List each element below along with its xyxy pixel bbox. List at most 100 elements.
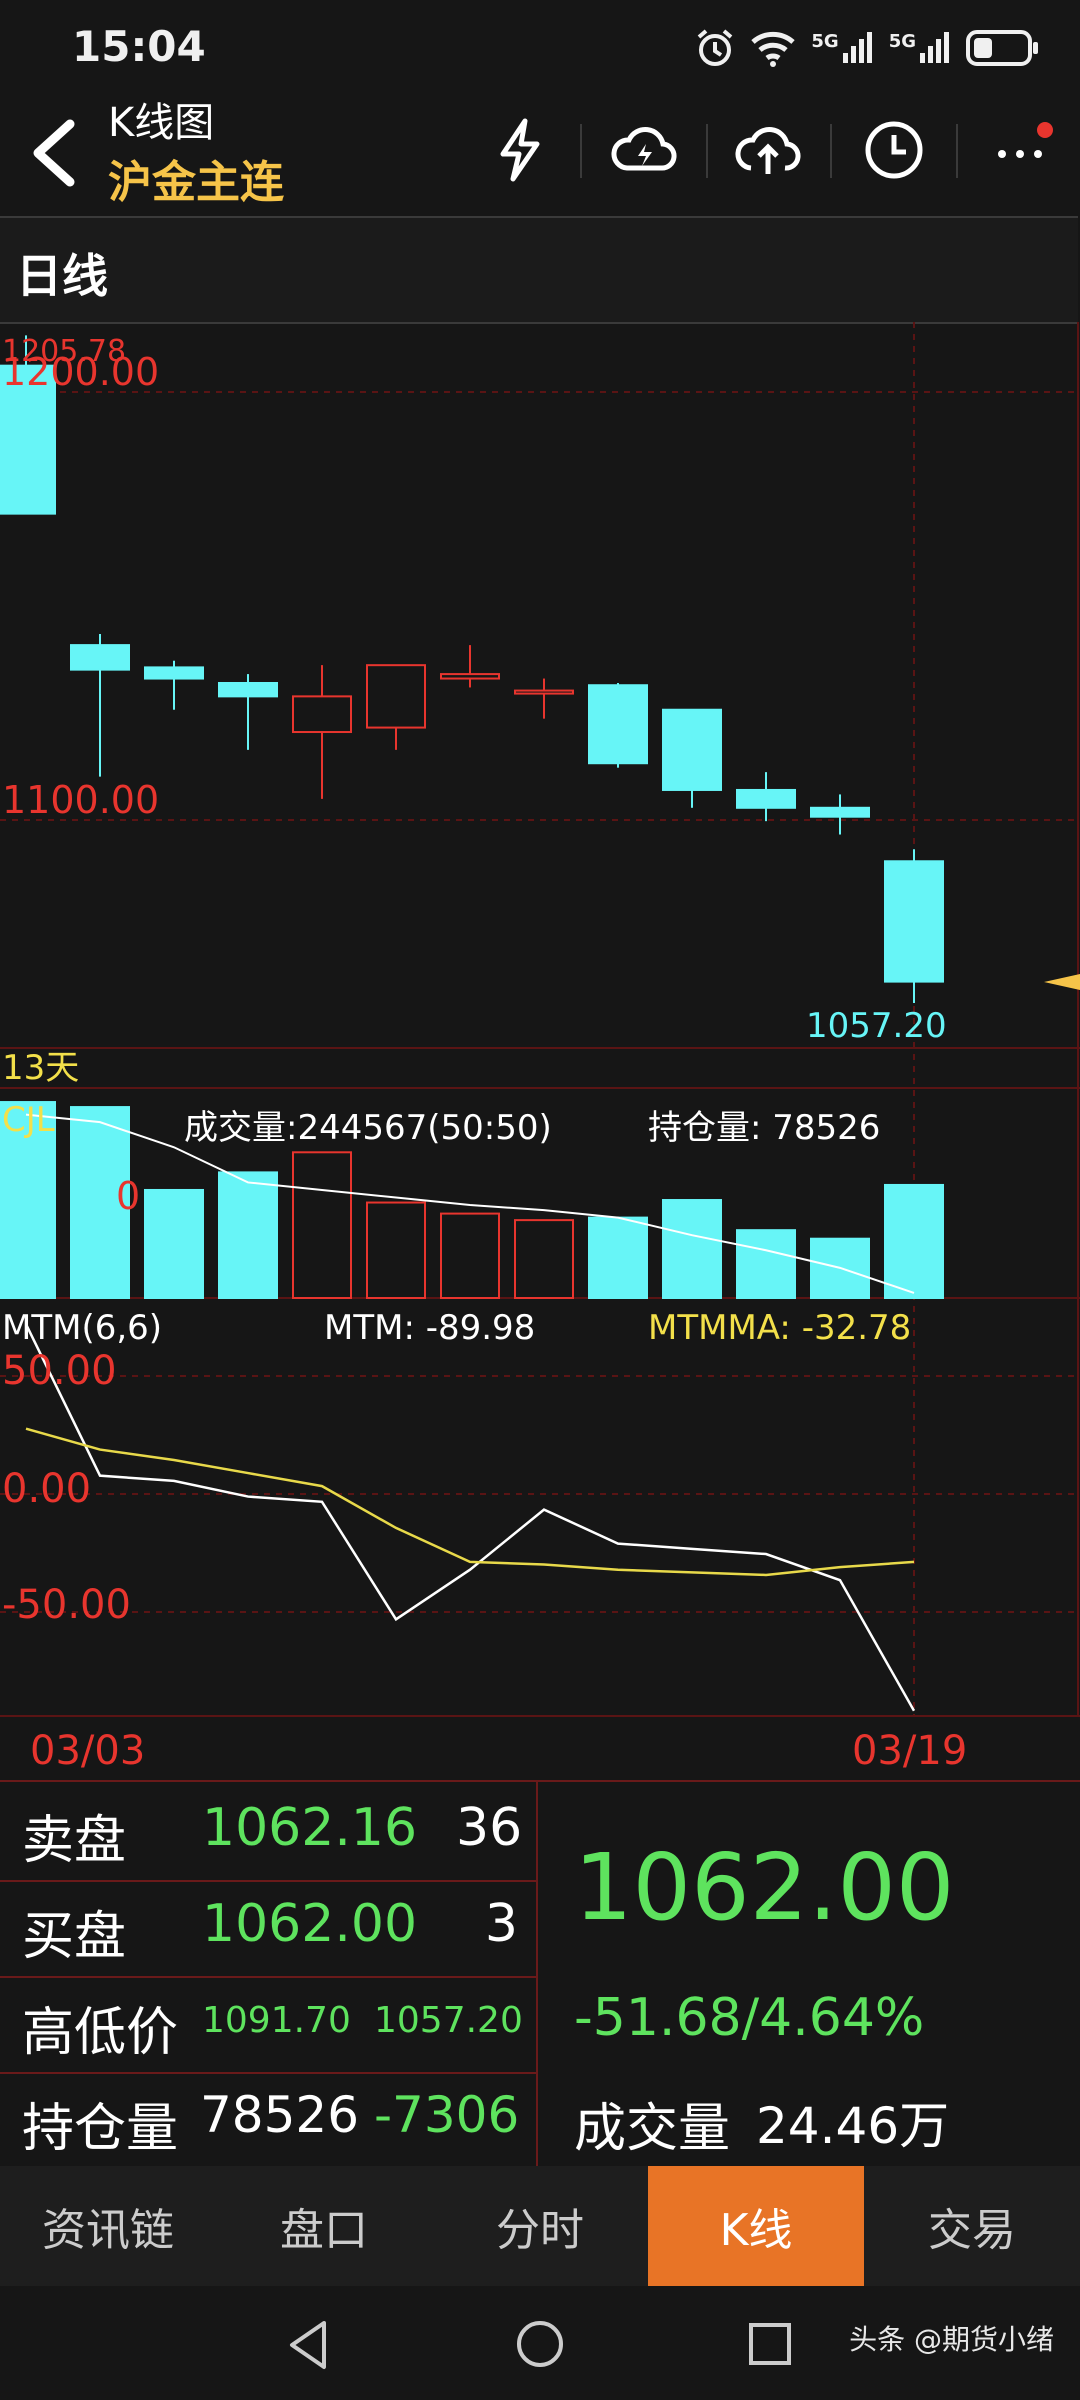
open-interest-value: 持仓量: 78526: [648, 1108, 881, 1148]
candle-body: [218, 682, 278, 698]
cloud-upload-button[interactable]: [728, 110, 808, 190]
nav-recents-icon[interactable]: [746, 2320, 794, 2368]
open-interest-label: 持仓量: [22, 2099, 179, 2159]
battery-icon: [966, 30, 1038, 66]
tab-trade[interactable]: 交易: [864, 2166, 1080, 2286]
cloud-lightning-button[interactable]: [604, 110, 684, 190]
more-icon: [998, 122, 1053, 158]
tab-news-chain[interactable]: 资讯链: [0, 2166, 216, 2286]
quote-divider: [536, 1782, 538, 2166]
mtm-line: [24, 1323, 916, 1712]
page-title: K线图: [108, 100, 215, 146]
candle-body: [440, 673, 500, 680]
period-label: 日线: [16, 249, 108, 303]
instrument-name: 沪金主连: [108, 157, 284, 208]
lightning-icon: [500, 118, 540, 182]
mtm-value: MTM: -89.98: [324, 1308, 536, 1348]
header-divider: [830, 124, 832, 178]
tab-order-book[interactable]: 盘口: [216, 2166, 432, 2286]
alarm-icon: [698, 29, 733, 66]
kline-chart[interactable]: [0, 322, 1080, 1780]
status-time: 15:04: [72, 22, 206, 71]
ask-price: 1062.16: [202, 1798, 418, 1858]
volume-bar: [366, 1201, 426, 1299]
cloud-upload-icon: [735, 127, 801, 174]
x-axis-start-date: 03/03: [30, 1728, 146, 1774]
volume-axis-label: 0: [116, 1174, 141, 1218]
header-divider: [706, 124, 708, 178]
more-button[interactable]: [980, 110, 1060, 190]
period-bar[interactable]: [0, 216, 1078, 324]
candles: [0, 335, 944, 1003]
volume-indicator-label: CJL: [2, 1100, 55, 1140]
candle-body: [366, 664, 426, 729]
quote-divider: [0, 1880, 536, 1882]
header-divider: [580, 124, 582, 178]
mtm-axis-label: 0.00: [2, 1466, 92, 1512]
turnover-label: 成交量: [574, 2099, 731, 2159]
signal-label: 5G: [811, 31, 839, 52]
signal-5g-1: 5G: [811, 31, 874, 65]
ask-volume: 36: [456, 1798, 523, 1858]
nav-home-icon[interactable]: [514, 2318, 566, 2370]
price-axis-label: 1100.00: [2, 778, 160, 822]
quote-divider: [0, 2072, 536, 2074]
volume-bar: [884, 1183, 944, 1300]
volume-bar: [292, 1151, 352, 1299]
open-interest: 78526: [200, 2086, 360, 2144]
back-arrow-icon[interactable]: [26, 118, 82, 188]
candle-body: [514, 689, 574, 695]
signal-5g-2: 5G: [889, 31, 952, 65]
header-divider: [956, 124, 958, 178]
x-axis-end-date: 03/19: [852, 1728, 968, 1774]
volume-value: 成交量:244567(50:50): [184, 1108, 552, 1148]
bid-volume: 3: [484, 1894, 518, 1954]
signal-bars-icon: [920, 32, 949, 63]
open-interest-change: -7306: [374, 2086, 520, 2144]
signal-bars-icon: [842, 32, 872, 63]
history-button[interactable]: [854, 110, 934, 190]
bid-label: 买盘: [22, 1907, 127, 1967]
tab-kline[interactable]: K线: [648, 2166, 864, 2286]
volume-bar: [144, 1188, 204, 1299]
tab-intraday[interactable]: 分时: [432, 2166, 648, 2286]
watermark: 头条 @期货小绪: [849, 2323, 1054, 2356]
volume-bar: [662, 1199, 722, 1300]
lightning-button[interactable]: [480, 110, 560, 190]
nav-back-icon[interactable]: [284, 2318, 334, 2372]
clock-icon: [865, 121, 923, 179]
low-price: 1057.20: [374, 2000, 523, 2041]
high-low-label: 高低价: [22, 2003, 179, 2063]
mtmma-value: MTMMA: -32.78: [648, 1308, 912, 1348]
price-change: -51.68/4.64%: [574, 1988, 925, 2048]
wifi-icon: [751, 31, 796, 67]
price-axis-label: 1200.00: [2, 350, 160, 394]
quote-divider: [0, 1976, 536, 1978]
turnover-value: 24.46万: [756, 2097, 950, 2155]
candle-body: [588, 684, 648, 765]
candle-body: [810, 806, 870, 818]
volume-bar: [514, 1219, 574, 1299]
candle-body: [292, 695, 352, 734]
status-icons: 5G 5G: [695, 28, 1040, 68]
signal-label: 5G: [888, 31, 916, 52]
candle-body: [70, 644, 130, 671]
last-price: 1062.00: [574, 1834, 955, 1941]
candle-body: [144, 666, 204, 680]
cloud-lightning-icon: [611, 127, 677, 171]
candle-body: [662, 708, 722, 791]
min-price-label: 1057.20: [806, 1006, 947, 1046]
candle-body: [884, 860, 944, 983]
candle-body: [736, 788, 796, 809]
mtm-indicator-label: MTM(6,6): [2, 1308, 163, 1348]
mtm-axis-label: -50.00: [2, 1582, 131, 1628]
high-price: 1091.70: [202, 2000, 351, 2041]
volume-bar: [736, 1229, 796, 1299]
mtm-axis-label: 50.00: [2, 1348, 117, 1394]
volume-bar: [440, 1212, 500, 1300]
volume-bar: [218, 1171, 278, 1300]
day-count-label: 13天: [2, 1048, 80, 1088]
mtmma-line: [25, 1427, 915, 1577]
mtm-grid: [0, 1375, 1080, 1613]
ask-label: 卖盘: [22, 1811, 127, 1871]
